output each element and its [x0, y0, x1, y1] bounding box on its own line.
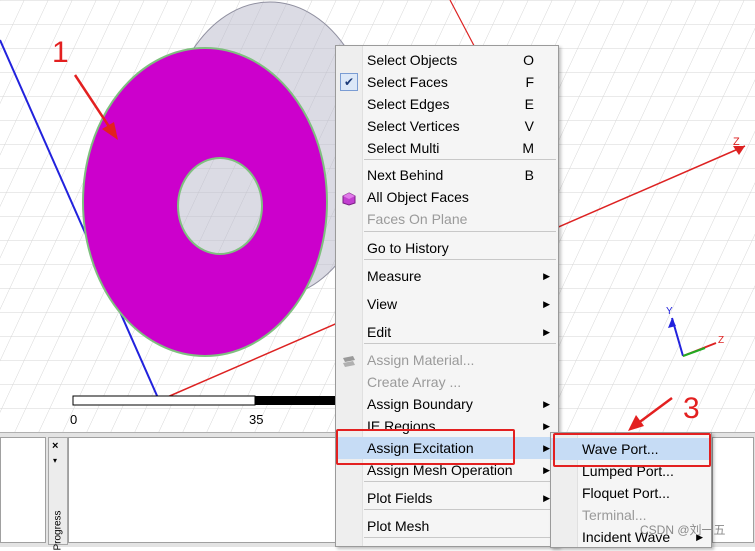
shortcut-key: V	[524, 118, 534, 134]
submenu-arrow-icon: ▶	[543, 421, 550, 431]
shortcut-key: M	[522, 140, 534, 156]
submenu-arrow-icon: ▶	[543, 465, 550, 475]
menu-item-label: Assign Boundary	[367, 396, 473, 412]
svg-text:Z: Z	[718, 335, 724, 346]
progress-strip: × ▾ Progress	[48, 437, 68, 551]
menu-item-label: Faces On Plane	[367, 211, 468, 227]
menu-item-select-vertices[interactable]: Select Vertices V	[336, 115, 558, 137]
menu-item-label: Edit	[367, 324, 392, 340]
pin-icon[interactable]: ▾	[53, 456, 57, 465]
z-axis-label: Z	[733, 136, 740, 148]
menu-separator	[364, 159, 556, 160]
menu-item-select-multi[interactable]: Select Multi M	[336, 137, 558, 159]
menu-separator	[364, 231, 556, 232]
menu-item-create-array: Create Array ...	[336, 371, 558, 393]
menu-item-edit[interactable]: Edit ▶	[336, 321, 558, 343]
left-pane	[0, 437, 46, 543]
menu-separator	[364, 509, 556, 510]
menu-item-plot-fields[interactable]: Plot Fields ▶	[336, 487, 558, 509]
menu-separator	[364, 537, 556, 538]
menu-item-label: Next Behind	[367, 167, 444, 183]
shortcut-key: O	[523, 52, 534, 68]
menu-item-label: Select Faces	[367, 74, 448, 90]
context-menu: Select Objects O Select Faces F ✔ Select Edge…	[335, 45, 559, 547]
annotation-number-3: 3	[683, 392, 700, 425]
menu-item-label: Select Edges	[367, 96, 450, 112]
submenu-arrow-icon: ▶	[543, 299, 550, 309]
submenu-arrow-icon: ▶	[543, 493, 550, 503]
menu-separator	[364, 343, 556, 344]
menu-item-next-behind[interactable]: Next Behind B	[336, 164, 558, 186]
menu-item-label: All Object Faces	[367, 189, 469, 205]
submenu-arrow-icon: ▶	[543, 399, 550, 409]
annotation-box-wave-port	[553, 433, 711, 467]
submenu-arrow-icon: ▶	[543, 271, 550, 281]
svg-text:35: 35	[249, 412, 263, 427]
menu-item-view[interactable]: View ▶	[336, 293, 558, 315]
submenu-item-label: Floquet Port...	[582, 485, 670, 501]
menu-item-label: Select Vertices	[367, 118, 460, 134]
menu-separator	[364, 481, 556, 482]
menu-separator	[364, 259, 556, 260]
shortcut-key: E	[524, 96, 534, 112]
shortcut-key: F	[525, 74, 534, 90]
menu-item-all-object-faces[interactable]: All Object Faces	[336, 186, 558, 208]
submenu-item-floquet-port[interactable]: Floquet Port...	[551, 482, 711, 504]
menu-item-assign-boundary[interactable]: Assign Boundary ▶	[336, 393, 558, 415]
menu-item-measure[interactable]: Measure ▶	[336, 265, 558, 287]
menu-item-label: Plot Fields	[367, 490, 433, 506]
menu-item-assign-material: Assign Material...	[336, 349, 558, 371]
svg-text:Y: Y	[666, 306, 673, 317]
menu-item-label: Go to History	[367, 240, 449, 256]
menu-item-select-objects[interactable]: Select Objects O	[336, 49, 558, 71]
svg-text:0: 0	[70, 412, 77, 427]
menu-item-label: Create Array ...	[367, 374, 462, 390]
menu-item-select-faces[interactable]: Select Faces F ✔	[336, 71, 558, 93]
submenu-arrow-icon: ▶	[543, 327, 550, 337]
menu-item-select-edges[interactable]: Select Edges E	[336, 93, 558, 115]
annotation-number-1: 1	[52, 36, 69, 69]
progress-label: Progress	[52, 510, 64, 551]
watermark: CSDN @刘一五	[640, 523, 726, 537]
menu-item-label: Assign Material...	[367, 352, 475, 368]
menu-item-label: Select Multi	[367, 140, 440, 156]
submenu-item-label: Terminal...	[582, 507, 647, 523]
close-icon[interactable]: ×	[52, 440, 58, 452]
shortcut-key: B	[524, 167, 534, 183]
menu-item-label: Measure	[367, 268, 422, 284]
menu-item-label: View	[367, 296, 398, 312]
menu-item-go-to-history[interactable]: Go to History	[336, 237, 558, 259]
annotation-box-assign-excitation	[336, 429, 515, 465]
checkmark-icon: ✔	[340, 73, 358, 91]
progress-pane	[68, 437, 340, 543]
submenu-arrow-icon: ▶	[543, 443, 550, 453]
menu-item-label: Select Objects	[367, 52, 458, 68]
menu-item-plot-mesh[interactable]: Plot Mesh	[336, 515, 558, 537]
menu-item-faces-on-plane: Faces On Plane	[336, 208, 558, 230]
menu-item-label: Plot Mesh	[367, 518, 430, 534]
